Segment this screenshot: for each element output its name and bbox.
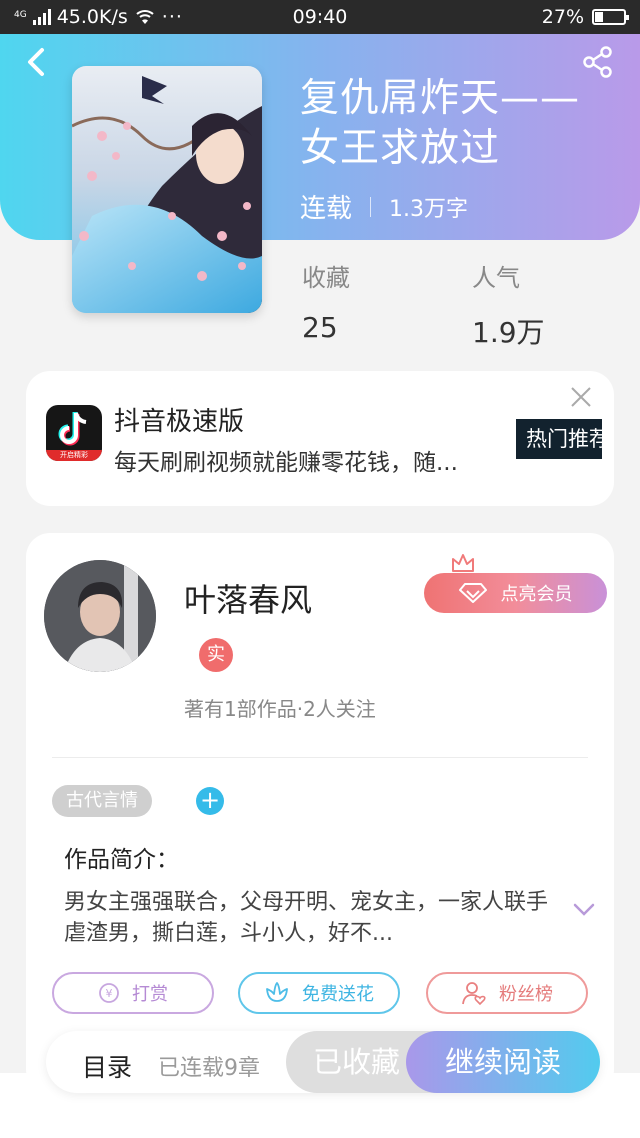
fan-ranking-button[interactable]: 粉丝榜 [426,972,588,1014]
book-cover[interactable] [72,66,262,313]
intro-label: 作品简介： [64,847,179,873]
ad-description[interactable]: 每天刷刷视频就能赚零花钱，随... [114,443,458,477]
signal-icon [32,9,51,25]
intro-text[interactable]: 男女主强强联合，父母开明、宠女主，一家人联手虐渣男，撕白莲，斗小人，好不... [64,887,564,949]
add-tag-button[interactable]: + [196,787,224,815]
serial-status: 连载 [300,194,353,224]
author-name[interactable]: 叶落春风 [184,575,312,621]
meta-divider [370,196,372,217]
member-button[interactable]: 点亮会员 [424,573,607,613]
tip-button[interactable]: ¥ 打赏 [52,972,214,1014]
stat-collections: 收藏 25 [302,258,350,344]
battery-icon [592,9,629,25]
wifi-icon [136,10,154,24]
send-flower-label: 免费送花 [302,984,374,1005]
tiktok-icon[interactable]: 开启精彩 [46,405,102,461]
member-button-label: 点亮会员 [500,584,573,605]
ad-tag[interactable]: 热门推荐 [516,419,602,459]
stat-value: 1.9万 [472,316,545,349]
genre-tag[interactable]: 古代言情 [52,785,152,817]
user-heart-icon [462,982,486,1006]
status-bar: 4G 45.0K/s ··· 09:40 27% [0,0,640,34]
word-count: 1.3万字 [389,196,469,222]
book-title: 复仇屌炸天——女王求放过 [300,76,581,171]
tip-label: 打赏 [132,984,168,1005]
chevron-down-icon[interactable] [572,902,596,918]
network-label: 4G [14,10,27,20]
battery-percent: 27% [541,6,584,28]
coin-icon: ¥ [99,983,119,1003]
diamond-icon [458,583,487,603]
continue-reading-button[interactable]: 继续阅读 [406,1031,600,1093]
svg-text:¥: ¥ [106,987,113,1000]
flower-icon [266,982,288,1002]
stat-label: 人气 [472,264,520,292]
stat-popularity: 人气 1.9万 [472,258,545,351]
chapter-count[interactable]: 已连载9章 [158,1050,260,1082]
stat-value: 25 [302,311,338,344]
crown-icon [452,554,474,572]
author-stats: 著有1部作品·2人关注 [184,697,376,721]
send-flower-button[interactable]: 免费送花 [238,972,400,1014]
book-meta: 连载 1.3万字 [300,188,468,225]
verified-badge: 实 [199,638,233,672]
fan-ranking-label: 粉丝榜 [499,984,553,1005]
stat-label: 收藏 [302,264,350,292]
back-button[interactable] [22,44,52,80]
icon-strip-text: 开启精彩 [46,450,102,461]
close-icon[interactable] [569,385,593,409]
more-dots: ··· [161,6,183,28]
divider [52,757,588,758]
ad-title[interactable]: 抖音极速版 [114,401,244,438]
catalog-button[interactable]: 目录 [82,1048,132,1084]
network-speed: 45.0K/s [56,6,128,28]
avatar[interactable] [44,560,156,672]
